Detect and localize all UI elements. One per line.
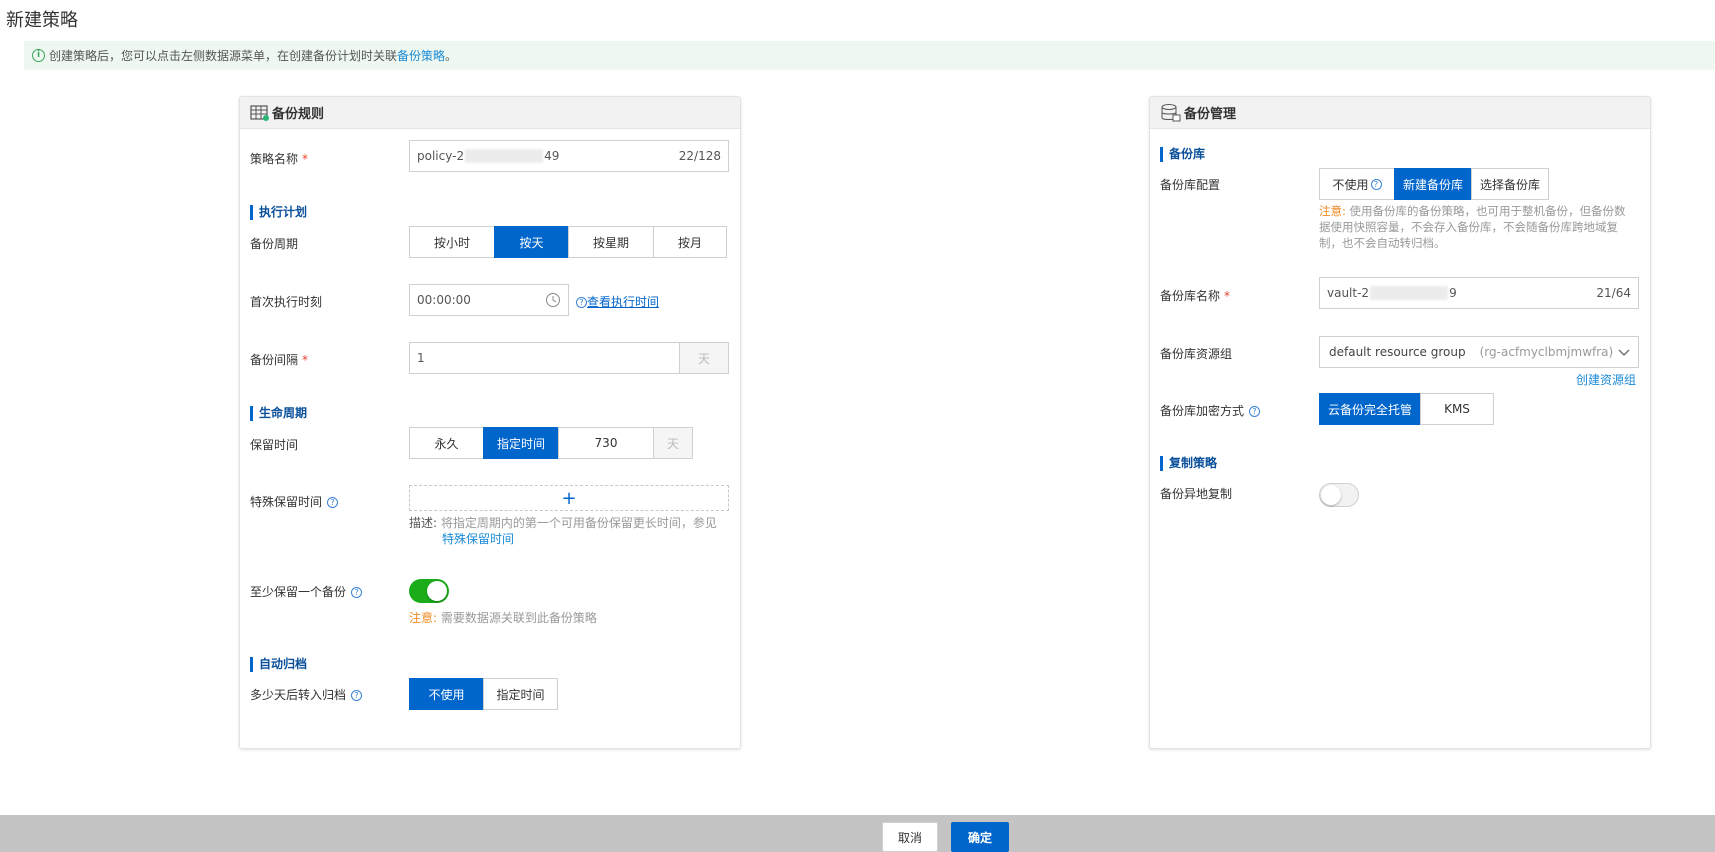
replication-toggle[interactable] <box>1319 483 1359 507</box>
clock-icon <box>546 293 560 307</box>
cycle-month[interactable]: 按月 <box>653 226 727 258</box>
retention-segmented: 永久 指定时间 730 天 <box>409 427 693 459</box>
cycle-hour[interactable]: 按小时 <box>409 226 495 258</box>
help-icon: ? <box>327 497 339 508</box>
char-count: 22/128 <box>678 149 721 163</box>
help-icon: ? <box>1370 178 1382 190</box>
archive-specified[interactable]: 指定时间 <box>483 678 558 710</box>
chevron-down-icon <box>1618 349 1630 356</box>
create-resource-group-link[interactable]: 创建资源组 <box>1576 371 1636 388</box>
retention-unit: 天 <box>653 427 693 459</box>
redacted-text <box>1370 286 1449 300</box>
vault-config-segmented: 不使用? 新建备份库 选择备份库 <box>1319 168 1549 200</box>
retention-forever[interactable]: 永久 <box>409 427 484 459</box>
notice-end: 。 <box>445 49 458 63</box>
vault-none[interactable]: 不使用? <box>1319 168 1395 200</box>
card-header: 备份管理 <box>1150 97 1650 129</box>
card-header: 备份规则 <box>240 97 740 129</box>
special-retention-desc: 描述: 将指定周期内的第一个可用备份保留更长时间，参见 特殊保留时间 <box>409 516 717 546</box>
footer-bar <box>0 815 1715 852</box>
retention-specified[interactable]: 指定时间 <box>483 427 559 459</box>
cycle-day[interactable]: 按天 <box>494 226 569 258</box>
char-count: 21/64 <box>1596 286 1631 300</box>
resource-group-label: 备份库资源组 <box>1160 347 1233 361</box>
backup-rule-card: 备份规则 策略名称 * policy-2 49 22/128 执行计划 备份周期 按… <box>239 96 741 749</box>
confirm-button[interactable]: 确定 <box>951 822 1009 852</box>
keep-one-toggle[interactable] <box>409 579 449 603</box>
help-icon: ? <box>576 297 587 308</box>
archive-label: 多少天后转入归档? <box>250 686 363 703</box>
vault-name-input[interactable]: vault-2 9 21/64 <box>1319 277 1639 309</box>
replication-label: 备份异地复制 <box>1160 487 1233 501</box>
notice-link[interactable]: 备份策略 <box>397 47 445 64</box>
help-icon: ? <box>351 690 363 701</box>
policy-name-input[interactable]: policy-2 49 22/128 <box>409 140 729 172</box>
help-icon: ? <box>1249 406 1261 417</box>
section-vault: 备份库 <box>1160 147 1205 162</box>
page-title: 新建策略 <box>6 10 78 31</box>
section-lifecycle: 生命周期 <box>250 406 307 421</box>
encryption-managed[interactable]: 云备份完全托管 <box>1319 393 1421 425</box>
encryption-label: 备份库加密方式? <box>1160 402 1261 419</box>
special-retention-link[interactable]: 特殊保留时间 <box>442 532 514 546</box>
first-time-input[interactable]: 00:00:00 <box>409 284 569 316</box>
notice-text: 创建策略后，您可以点击左侧数据源菜单，在创建备份计划时关联 <box>49 49 398 63</box>
retention-label: 保留时间 <box>250 438 299 452</box>
keep-one-note: 注意: 需要数据源关联到此备份策略 <box>409 611 597 625</box>
notice-bar: i 创建策略后，您可以点击左侧数据源菜单，在创建备份计划时关联 备份策略 。 <box>24 41 1715 70</box>
vault-config-note: 注意: 使用备份库的备份策略，也可用于整机备份，但备份数据使用快照容量，不会存入… <box>1319 204 1626 250</box>
view-exec-time-link[interactable]: 查看执行时间 <box>587 295 659 309</box>
vault-name-label: 备份库名称 * <box>1160 289 1231 303</box>
keep-one-label: 至少保留一个备份? <box>250 583 363 600</box>
encryption-segmented: 云备份完全托管 KMS <box>1319 393 1494 425</box>
first-time-label: 首次执行时刻 <box>250 295 323 309</box>
add-special-retention-button[interactable]: + <box>409 485 729 511</box>
rule-icon <box>250 104 269 121</box>
cycle-segmented: 按小时 按天 按星期 按月 <box>409 226 727 258</box>
vault-select[interactable]: 选择备份库 <box>1471 168 1549 200</box>
retention-days-input[interactable]: 730 <box>558 427 654 459</box>
cycle-week[interactable]: 按星期 <box>568 226 654 258</box>
database-icon <box>1161 103 1181 121</box>
special-retention-label: 特殊保留时间? <box>250 493 339 510</box>
backup-management-card: 备份管理 备份库 备份库配置 不使用? 新建备份库 选择备份库 注意: 使用备份… <box>1149 96 1651 749</box>
info-icon: i <box>32 49 45 62</box>
interval-unit: 天 <box>679 343 728 373</box>
section-schedule: 执行计划 <box>250 205 307 220</box>
section-replication: 复制策略 <box>1160 456 1217 471</box>
redacted-text <box>465 149 544 163</box>
interval-input[interactable]: 1 天 <box>409 342 729 374</box>
policy-name-label: 策略名称 * <box>250 152 309 166</box>
vault-config-label: 备份库配置 <box>1160 178 1221 192</box>
encryption-kms[interactable]: KMS <box>1420 393 1494 425</box>
vault-new[interactable]: 新建备份库 <box>1394 168 1472 200</box>
resource-group-select[interactable]: default resource group (rg-acfmyclbmjmwf… <box>1319 336 1639 368</box>
cycle-label: 备份周期 <box>250 237 299 251</box>
section-archive: 自动归档 <box>250 657 307 672</box>
interval-label: 备份间隔 * <box>250 353 309 367</box>
archive-none[interactable]: 不使用 <box>409 678 484 710</box>
archive-segmented: 不使用 指定时间 <box>409 678 558 710</box>
help-icon: ? <box>351 587 363 598</box>
cancel-button[interactable]: 取消 <box>882 822 938 852</box>
